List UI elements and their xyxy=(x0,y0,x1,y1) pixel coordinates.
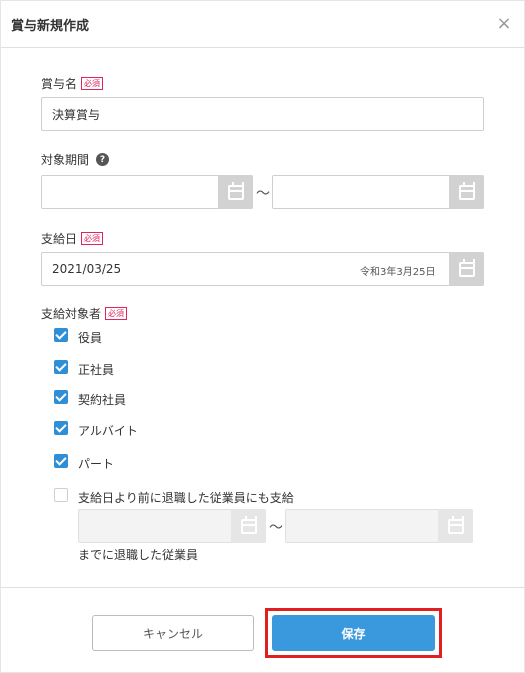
footer-divider xyxy=(1,587,525,588)
dialog-header: 賞与新規作成 × xyxy=(1,1,525,48)
payment-date-calendar-button[interactable] xyxy=(449,252,484,286)
period-end-calendar-button[interactable] xyxy=(449,175,484,209)
checkbox-regular-employee[interactable] xyxy=(54,360,68,374)
checkbox-contract-employee-label[interactable]: 契約社員 xyxy=(78,391,126,408)
save-button[interactable]: 保存 xyxy=(272,615,435,651)
help-icon[interactable]: ? xyxy=(96,153,110,166)
checkbox-officer-label[interactable]: 役員 xyxy=(78,329,102,346)
calendar-icon xyxy=(458,181,475,200)
calendar-icon xyxy=(227,181,244,200)
required-badge: 必須 xyxy=(81,232,104,245)
required-badge: 必須 xyxy=(105,307,128,320)
calendar-icon xyxy=(240,515,257,534)
calendar-icon xyxy=(447,515,464,534)
bonus-name-label: 賞与名 必須 xyxy=(41,75,104,92)
bonus-name-input[interactable]: 決算賞与 xyxy=(41,97,484,131)
checkbox-retired-employees-label[interactable]: 支給日より前に退職した従業員にも支給 xyxy=(78,489,294,506)
recipients-label: 支給対象者 必須 xyxy=(41,305,128,322)
checkbox-officer[interactable] xyxy=(54,328,68,342)
target-period-label-text: 対象期間 xyxy=(41,153,90,167)
recipients-label-text: 支給対象者 xyxy=(41,307,102,321)
checkbox-part-timer-arbeit[interactable] xyxy=(54,421,68,435)
bonus-create-dialog: 賞与新規作成 × 賞与名 必須 決算賞与 対象期間 ? 〜 支給日 必須 202… xyxy=(0,0,525,673)
cancel-button[interactable]: キャンセル xyxy=(92,615,254,651)
target-period-label: 対象期間 ? xyxy=(41,151,110,168)
checkbox-retired-employees[interactable] xyxy=(54,488,68,502)
checkbox-part-time-label[interactable]: パート xyxy=(78,455,114,472)
checkbox-part-timer-arbeit-label[interactable]: アルバイト xyxy=(78,422,138,439)
retired-end-calendar-button[interactable] xyxy=(438,509,473,543)
checkbox-part-time[interactable] xyxy=(54,454,68,468)
period-start-calendar-button[interactable] xyxy=(218,175,253,209)
retired-period-separator: 〜 xyxy=(269,520,283,536)
required-badge: 必須 xyxy=(81,77,104,90)
payment-date-label-text: 支給日 xyxy=(41,232,78,246)
calendar-icon xyxy=(458,258,475,277)
checkbox-contract-employee[interactable] xyxy=(54,390,68,404)
dialog-title: 賞与新規作成 xyxy=(11,19,90,34)
payment-date-wareki: 令和3年3月25日 xyxy=(360,267,436,278)
bonus-name-label-text: 賞与名 xyxy=(41,77,78,91)
checkbox-regular-employee-label[interactable]: 正社員 xyxy=(78,361,114,378)
retired-note: までに退職した従業員 xyxy=(78,548,199,562)
retired-start-calendar-button[interactable] xyxy=(231,509,266,543)
period-separator: 〜 xyxy=(256,186,270,202)
close-icon[interactable]: × xyxy=(495,15,513,33)
payment-date-label: 支給日 必須 xyxy=(41,230,104,247)
